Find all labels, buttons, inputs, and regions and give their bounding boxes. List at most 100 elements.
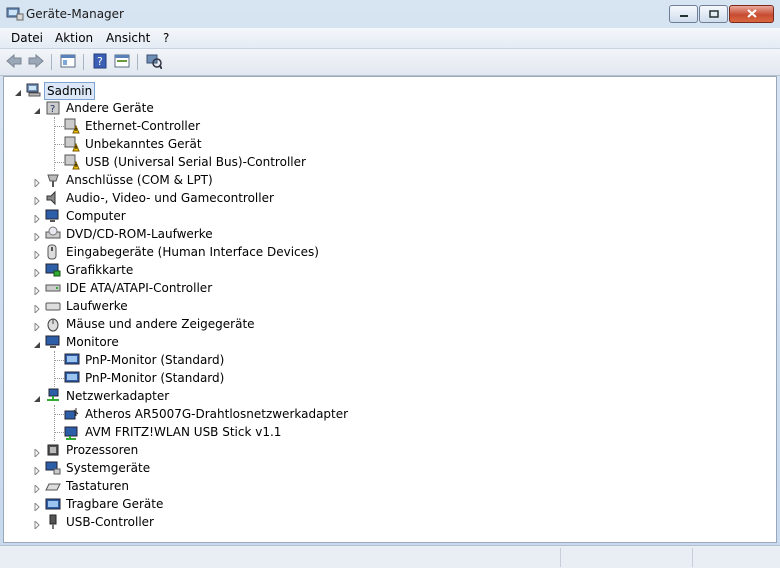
tree-category-item[interactable]: Laufwerke [66,298,128,314]
tree-category-item[interactable]: USB-Controller [66,514,154,530]
expand-arrow-icon[interactable] [33,284,41,297]
display-adapter-icon [45,262,61,278]
toolbar: ? [0,49,780,76]
toolbar-separator [137,54,138,70]
toolbar-separator [83,54,84,70]
tree-category-item[interactable]: Grafikkarte [66,262,133,278]
warning-device-icon [64,118,80,134]
monitor-icon [45,334,61,350]
ide-controller-icon [45,280,61,296]
tree-device-item[interactable]: Ethernet-Controller [85,118,200,134]
monitor-child-icon [64,370,80,386]
status-cell [692,548,779,567]
expand-arrow-icon[interactable] [33,176,41,189]
title-bar[interactable]: Geräte-Manager [0,0,780,28]
collapse-arrow-icon[interactable] [33,104,41,114]
expand-arrow-icon[interactable] [33,500,41,513]
tree-category-item[interactable]: Eingabegeräte (Human Interface Devices) [66,244,319,260]
maximize-icon [708,7,719,21]
collapse-arrow-icon[interactable] [33,392,41,402]
tree-category-item[interactable]: Systemgeräte [66,460,150,476]
tree-device-item[interactable]: AVM FRITZ!WLAN USB Stick v1.1 [85,424,281,440]
menu-datei[interactable]: Datei [11,31,43,45]
portable-device-icon [45,496,61,512]
tree-category-item[interactable]: IDE ATA/ATAPI-Controller [66,280,212,296]
warning-device-icon [64,154,80,170]
tree-category-item[interactable]: Tragbare Geräte [66,496,163,512]
device-tree[interactable]: Sadmin? Andere Geräte Ethernet-Controller U… [3,76,777,543]
menu-aktion[interactable]: Aktion [55,31,93,45]
collapse-arrow-icon[interactable] [14,86,22,96]
back-button[interactable] [5,53,23,71]
wireless-adapter-icon [64,406,80,422]
scan-hardware-button[interactable] [145,53,163,71]
expand-arrow-icon[interactable] [33,464,41,477]
tree-device-item[interactable]: Unbekanntes Gerät [85,136,202,152]
expand-arrow-icon[interactable] [33,230,41,243]
tree-category-item[interactable]: Audio-, Video- und Gamecontroller [66,190,274,206]
unknown-device-icon: ? [45,100,61,116]
expand-arrow-icon[interactable] [33,248,41,261]
tree-category-item[interactable]: Monitore [66,334,119,350]
forward-arrow-icon [28,53,44,71]
tree-category-item[interactable]: Computer [66,208,126,224]
port-icon [45,172,61,188]
expand-arrow-icon[interactable] [33,446,41,459]
network-adapter-icon [45,388,61,404]
tree-connector-line [54,432,64,433]
svg-text:?: ? [97,55,103,68]
maximize-button[interactable] [699,5,728,23]
properties-icon [60,54,76,71]
device-manager-window: Geräte-Manager Datei Aktion Ansicht ? ? … [0,0,780,568]
expand-arrow-icon[interactable] [33,320,41,333]
tree-root-computer[interactable]: Sadmin [44,82,96,100]
menu-ansicht[interactable]: Ansicht [106,31,150,45]
tree-category-item[interactable]: Netzwerkadapter [66,388,169,404]
collapse-arrow-icon[interactable] [33,338,41,348]
minimize-icon [679,7,689,21]
tree-connector-line [54,405,55,441]
tree-connector-line [54,351,55,387]
tree-category-item[interactable]: Mäuse und andere Zeigegeräte [66,316,255,332]
keyboard-icon [45,478,61,494]
device-manager-app-icon [6,6,24,22]
mouse-icon [45,316,61,332]
expand-arrow-icon[interactable] [33,266,41,279]
close-button[interactable] [729,5,774,23]
toolbar-separator [51,54,52,70]
tree-device-item[interactable]: Atheros AR5007G-Drahtlosnetzwerkadapter [85,406,348,422]
tree-device-item[interactable]: PnP-Monitor (Standard) [85,370,224,386]
tree-connector-line [54,360,64,361]
view-button[interactable] [113,53,131,71]
forward-button[interactable] [27,53,45,71]
tree-category-item[interactable]: DVD/CD-ROM-Laufwerke [66,226,213,242]
help-button[interactable]: ? [91,53,109,71]
view-icon [114,54,130,71]
properties-button[interactable] [59,53,77,71]
disk-drive-icon [45,298,61,314]
tree-category-item[interactable]: Tastaturen [66,478,129,494]
tree-connector-line [54,144,64,145]
expand-arrow-icon[interactable] [33,482,41,495]
expand-arrow-icon[interactable] [33,194,41,207]
expand-arrow-icon[interactable] [33,212,41,225]
warning-device-icon [64,136,80,152]
scan-hardware-icon [146,53,163,72]
tree-device-item[interactable]: PnP-Monitor (Standard) [85,352,224,368]
tree-category-item[interactable]: Andere Geräte [66,100,154,116]
status-bar [0,545,780,568]
tree-category-item[interactable]: Prozessoren [66,442,138,458]
system-device-icon [45,460,61,476]
expand-arrow-icon[interactable] [33,518,41,531]
tree-connector-line [54,414,64,415]
menu-help[interactable]: ? [163,31,169,45]
tree-device-item[interactable]: USB (Universal Serial Bus)-Controller [85,154,306,170]
speaker-icon [45,190,61,206]
close-icon [746,7,757,21]
tree-category-item[interactable]: Anschlüsse (COM & LPT) [66,172,213,188]
expand-arrow-icon[interactable] [33,302,41,315]
menu-bar: Datei Aktion Ansicht ? [0,28,780,49]
window-title: Geräte-Manager [26,7,124,21]
minimize-button[interactable] [669,5,698,23]
tree-connector-line [54,126,64,127]
